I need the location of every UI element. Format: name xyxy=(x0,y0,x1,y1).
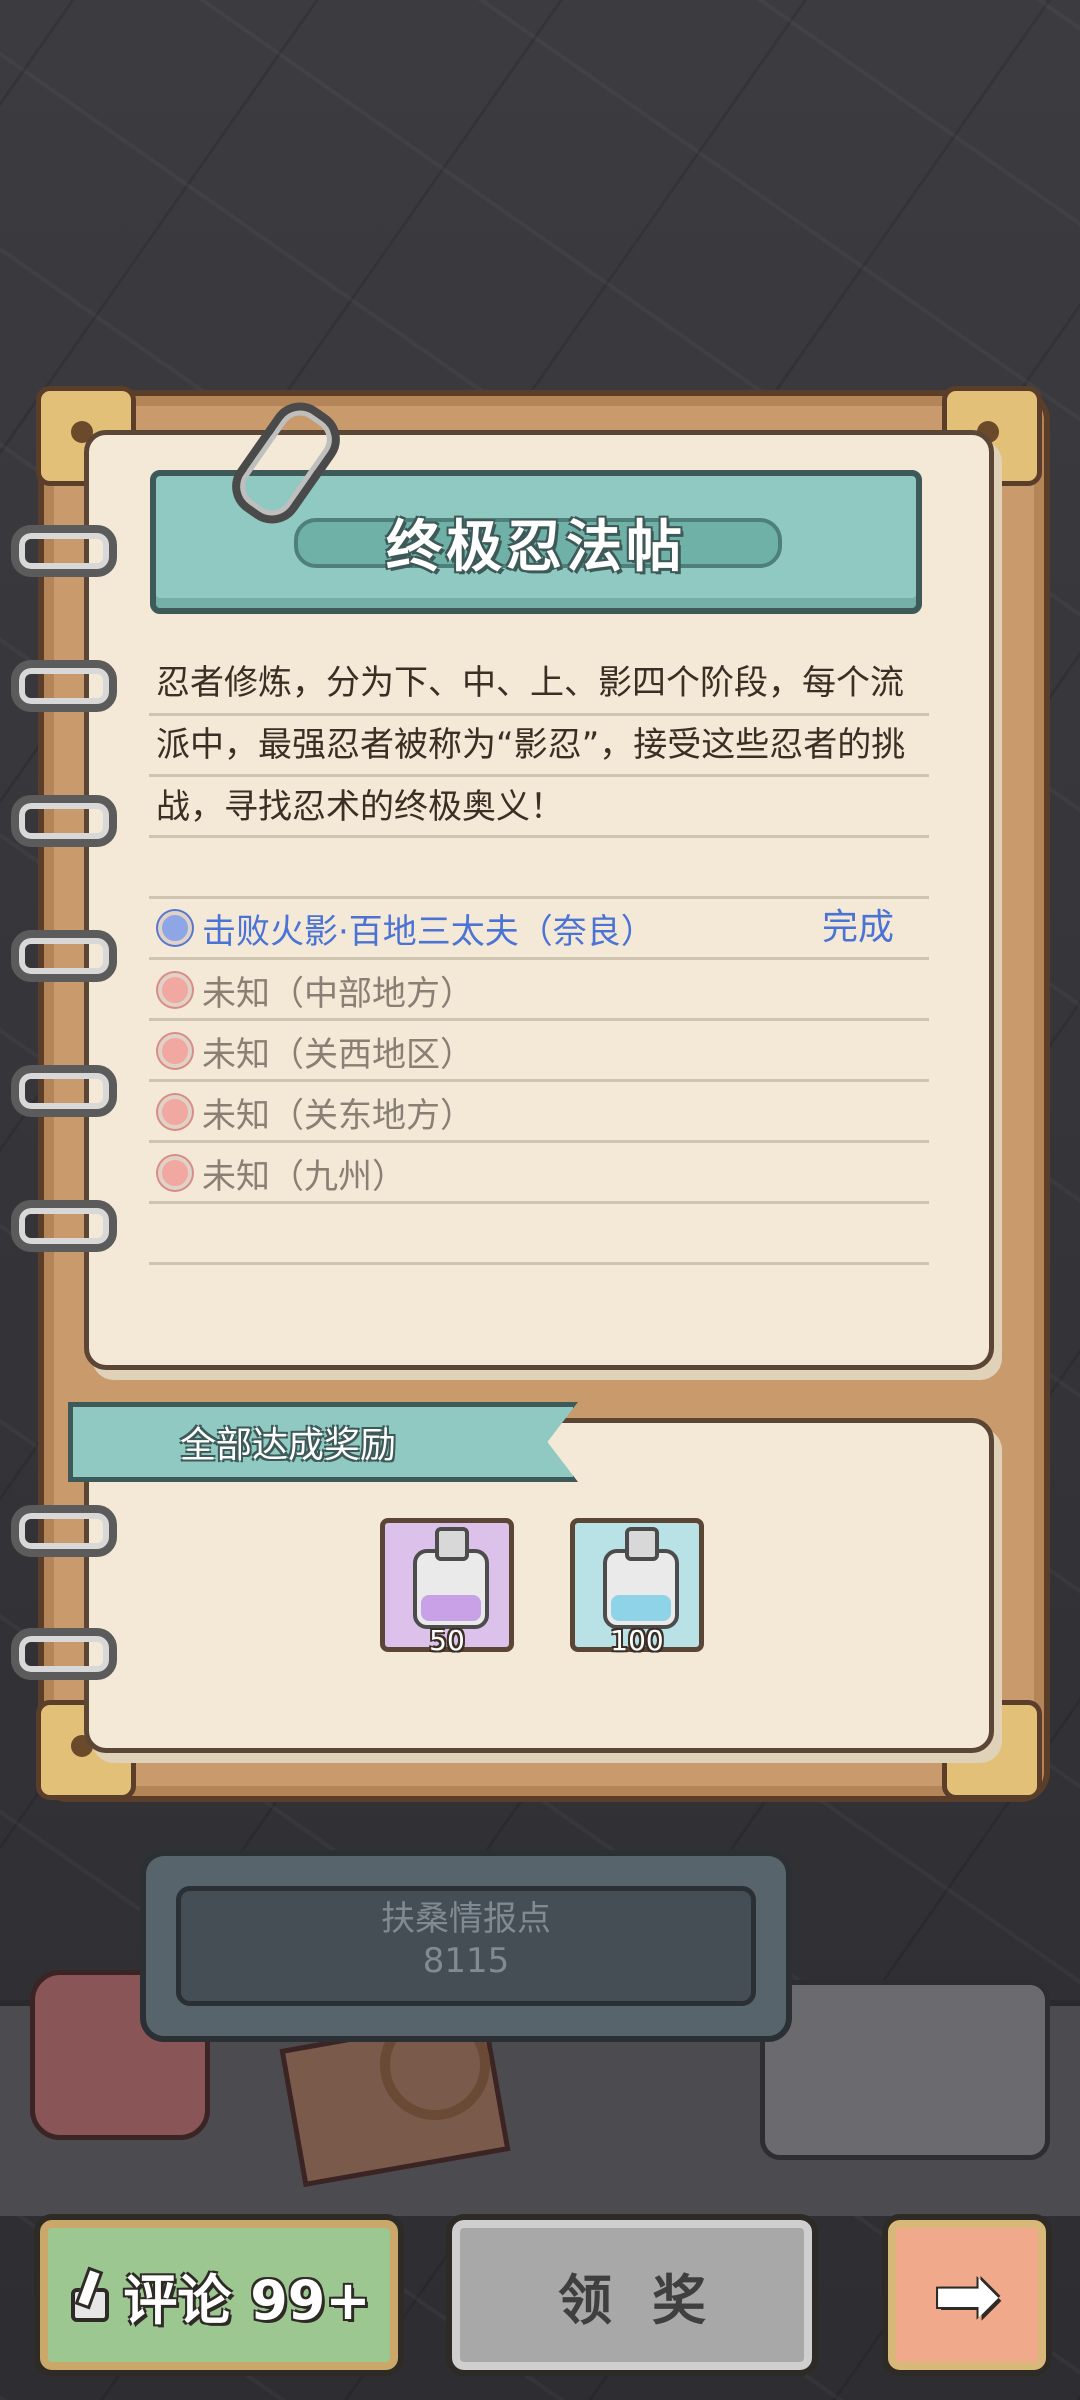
quill-icon xyxy=(67,2268,110,2322)
intel-screen: 扶桑情报点 8115 xyxy=(176,1886,756,2006)
reward-qty: 100 xyxy=(610,1624,664,1657)
next-button[interactable]: ➡ xyxy=(882,2214,1052,2376)
quest-item[interactable]: 未知（中部地方） xyxy=(158,962,474,1018)
quest-item[interactable]: 击败火影·百地三太夫（奈良） xyxy=(158,900,655,956)
binder-ring xyxy=(11,795,117,847)
quest-item[interactable]: 未知（关东地方） xyxy=(158,1084,474,1140)
binder-ring xyxy=(11,1505,117,1557)
status-dot-icon xyxy=(158,1034,192,1068)
blue-potion-icon xyxy=(603,1527,679,1629)
binder-ring xyxy=(11,1200,117,1252)
status-dot-icon xyxy=(158,1095,192,1129)
purple-potion-icon xyxy=(413,1527,489,1629)
comment-button[interactable]: 评论 99+ xyxy=(34,2214,404,2376)
status-dot-icon xyxy=(158,1156,192,1190)
reward-qty: 50 xyxy=(429,1624,465,1657)
binder-ring xyxy=(11,525,117,577)
intel-panel: 扶桑情报点 8115 xyxy=(140,1850,792,2042)
quest-label: 未知（九州） xyxy=(202,1156,406,1197)
intel-value: 8115 xyxy=(422,1941,510,1981)
claim-label: 领奖 xyxy=(558,2268,746,2332)
quest-label: 未知（中部地方） xyxy=(202,973,474,1014)
binder-ring xyxy=(11,1628,117,1680)
arrow-right-icon: ➡ xyxy=(933,2248,1001,2342)
status-dot-icon xyxy=(158,911,192,945)
quest-status: 完成 xyxy=(822,907,895,948)
binder-ring xyxy=(11,930,117,982)
intel-label: 扶桑情报点 xyxy=(381,1899,551,1939)
status-dot-icon xyxy=(158,973,192,1007)
quest-item[interactable]: 未知（关西地区） xyxy=(158,1023,474,1079)
reward-item[interactable]: 100 xyxy=(570,1518,704,1657)
quest-label: 未知（关西地区） xyxy=(202,1034,474,1075)
quest-label: 击败火影·百地三太夫（奈良） xyxy=(202,911,655,952)
quest-item[interactable]: 未知（九州） xyxy=(158,1145,406,1201)
comment-label: 评论 99+ xyxy=(123,2268,371,2332)
claim-reward-button[interactable]: 领奖 xyxy=(446,2214,818,2376)
binder-ring xyxy=(11,660,117,712)
reward-item[interactable]: 50 xyxy=(380,1518,514,1657)
reward-title: 全部达成奖励 xyxy=(180,1425,397,1466)
quest-description: 忍者修炼，分为下、中、上、影四个阶段，每个流派中，最强忍者被称为“影忍”，接受这… xyxy=(156,663,906,827)
quest-label: 未知（关东地方） xyxy=(202,1095,474,1136)
binder-ring xyxy=(11,1065,117,1117)
basket-decoration xyxy=(760,1980,1050,2160)
